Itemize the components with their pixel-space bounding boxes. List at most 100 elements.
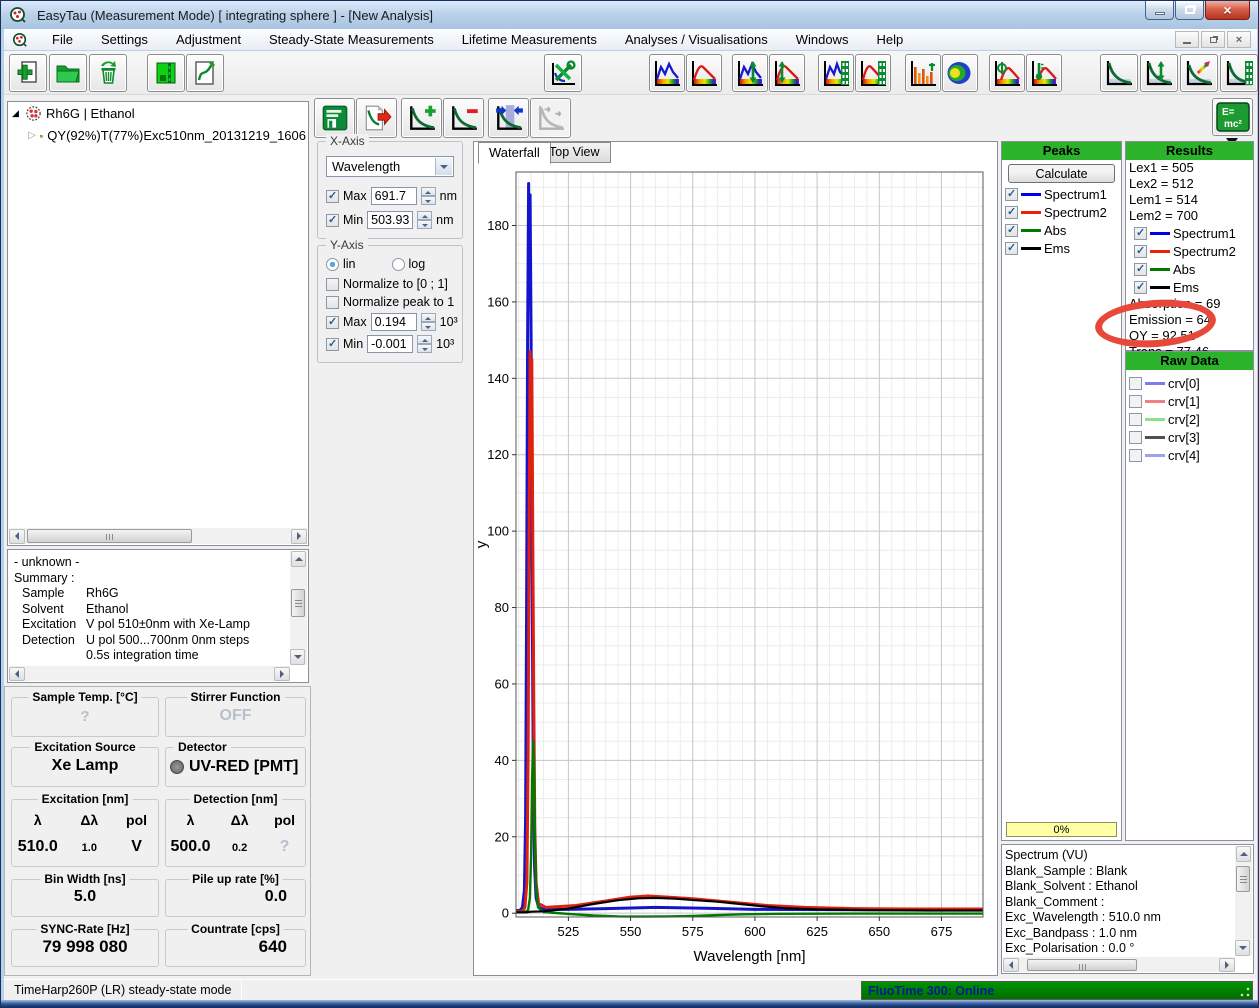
script-editor-button[interactable] [186,54,224,92]
quantum-yield-button[interactable] [989,54,1025,92]
excitation-series-button[interactable] [818,54,854,92]
log-radio[interactable] [392,258,405,271]
mdi-restore-button[interactable] [1201,31,1225,48]
x-axis-quantity-select[interactable]: Wavelength [326,156,454,177]
x-min-input[interactable] [367,211,413,229]
tree-hscrollbar[interactable] [9,528,307,544]
x-max-input[interactable] [371,187,417,205]
menu-adjustment[interactable]: Adjustment [162,30,255,49]
delete-button[interactable] [89,54,127,92]
info-hscrollbar[interactable] [1003,957,1235,972]
spectrum2-checkbox[interactable] [1005,206,1018,219]
info-vscrollbar[interactable] [1235,846,1252,956]
decay-anisotropy-button[interactable] [1140,54,1178,92]
spectrum1-checkbox[interactable] [1134,227,1147,240]
scroll-right-button[interactable] [291,529,307,544]
abs-checkbox[interactable] [1005,224,1018,237]
scrollbar-thumb[interactable] [27,529,192,543]
crv3-checkbox[interactable] [1129,431,1142,444]
emission-series-button[interactable] [855,54,891,92]
menu-steady-state[interactable]: Steady-State Measurements [255,30,448,49]
scroll-left-button[interactable] [1003,958,1019,972]
resize-grip-icon[interactable] [1240,987,1250,997]
decay-series-button[interactable] [1220,54,1258,92]
excitation-anisotropy-button[interactable] [732,54,768,92]
menu-settings[interactable]: Settings [87,30,162,49]
x-max-checkbox[interactable] [326,190,339,203]
expanded-icon[interactable]: ◢ [10,108,21,119]
scroll-left-button[interactable] [9,667,25,681]
tree-root-item[interactable]: ◢ Rh6G | Ethanol [8,102,308,125]
open-button[interactable] [49,54,87,92]
normalize-01-checkbox[interactable] [326,278,339,291]
emission-spectrum-button[interactable] [686,54,722,92]
crv1-checkbox[interactable] [1129,395,1142,408]
folder-icon [40,129,44,143]
chevron-down-icon[interactable] [435,158,452,175]
film-save-button[interactable] [147,54,185,92]
restore-button[interactable] [1175,1,1204,20]
scroll-left-button[interactable] [9,529,25,544]
summary-hscrollbar[interactable] [9,666,290,681]
x-min-checkbox[interactable] [326,214,339,227]
menu-lifetime[interactable]: Lifetime Measurements [448,30,611,49]
save-analysis-button[interactable] [314,98,355,138]
minimize-button[interactable] [1145,1,1174,20]
export-curve-button[interactable] [356,98,397,138]
calculate-button[interactable]: Calculate [1008,164,1115,183]
decay-button[interactable] [1100,54,1138,92]
remove-curve-button[interactable] [443,98,484,138]
setup-tools-button[interactable] [544,54,582,92]
scroll-up-button[interactable] [291,551,306,567]
tree-child-item[interactable]: ▷ QY(92%)T(77%)Exc510nm_20131219_1606 [8,125,308,146]
scrollbar-thumb[interactable] [1236,866,1250,892]
crv4-checkbox[interactable] [1129,449,1142,462]
excitation-emission-map-button[interactable] [942,54,978,92]
y-max-stepper[interactable] [421,313,436,331]
svg-text:0: 0 [502,906,509,921]
close-button[interactable]: × [1205,1,1250,20]
menu-help[interactable]: Help [862,30,917,49]
y-min-checkbox[interactable] [326,338,339,351]
scroll-up-button[interactable] [1236,846,1251,862]
scrollbar-thumb[interactable] [1027,959,1137,971]
x-min-stepper[interactable] [417,211,432,229]
collapsed-icon[interactable]: ▷ [28,130,36,141]
tab-waterfall[interactable]: Waterfall [478,142,551,164]
emission-anisotropy-button[interactable] [769,54,805,92]
mdi-minimize-button[interactable] [1175,31,1199,48]
crv0-checkbox[interactable] [1129,377,1142,390]
normalize-peak-checkbox[interactable] [326,296,339,309]
menu-windows[interactable]: Windows [782,30,863,49]
lin-radio[interactable] [326,258,339,271]
scroll-down-button[interactable] [1235,940,1250,956]
menu-file[interactable]: File [38,30,87,49]
excitation-spectrum-button[interactable] [649,54,685,92]
spectrum1-checkbox[interactable] [1005,188,1018,201]
y-max-input[interactable] [371,313,417,331]
mdi-close-button[interactable]: × [1227,31,1251,48]
time-trace-button[interactable] [905,54,941,92]
scroll-right-button[interactable] [274,667,290,681]
range-zoom-button[interactable] [488,98,529,138]
scroll-down-button[interactable] [290,649,305,665]
ems-checkbox[interactable] [1005,242,1018,255]
tres-button[interactable] [1180,54,1218,92]
abs-checkbox[interactable] [1134,263,1147,276]
scroll-right-button[interactable] [1219,958,1235,972]
temperature-series-button[interactable] [1026,54,1062,92]
spectrum-plot[interactable]: 5255505756006256506750204060801001201401… [474,164,997,975]
y-min-input[interactable] [367,335,413,353]
ems-checkbox[interactable] [1134,281,1147,294]
spectrum2-checkbox[interactable] [1134,245,1147,258]
menu-analyses[interactable]: Analyses / Visualisations [611,30,782,49]
new-analysis-button[interactable] [9,54,47,92]
crv2-checkbox[interactable] [1129,413,1142,426]
summary-vscrollbar[interactable] [290,551,307,665]
x-max-stepper[interactable] [421,187,436,205]
y-min-stepper[interactable] [417,335,432,353]
scrollbar-thumb[interactable] [291,589,305,617]
add-curve-button[interactable] [401,98,442,138]
formula-button[interactable]: E= mc² [1212,98,1253,136]
y-max-checkbox[interactable] [326,316,339,329]
